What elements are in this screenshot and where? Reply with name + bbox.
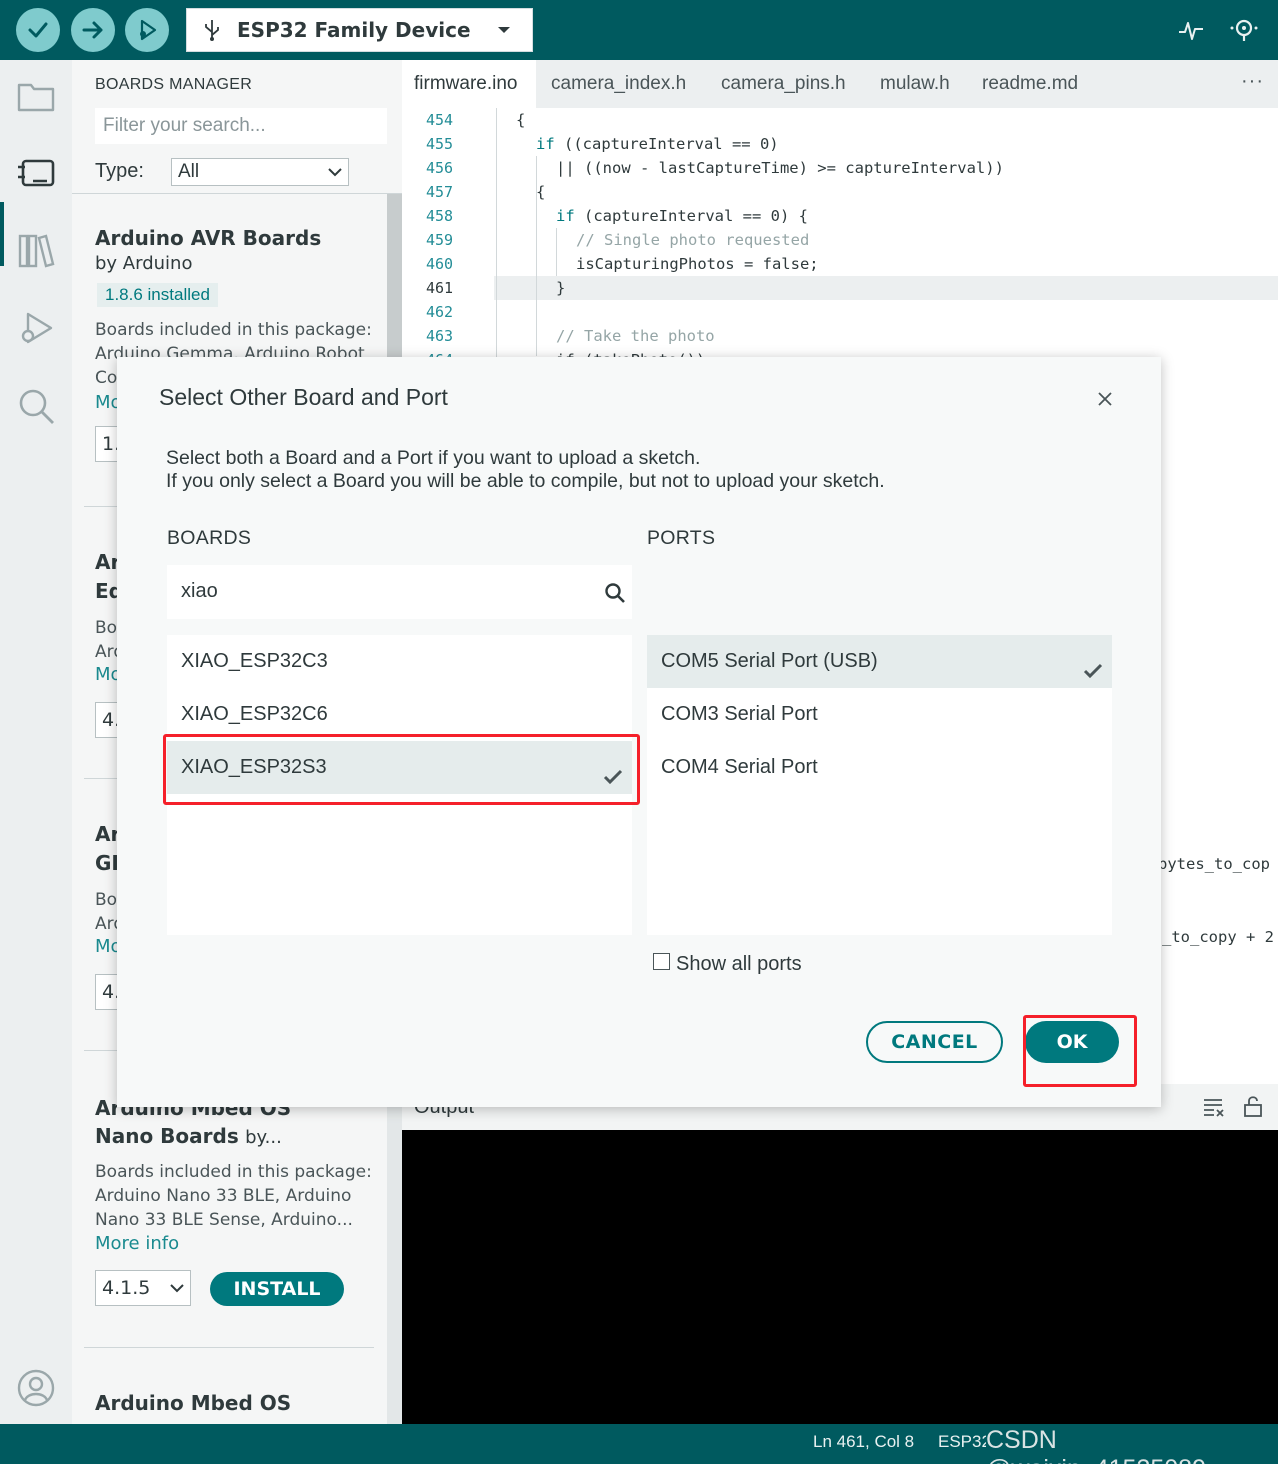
- dialog-title: Select Other Board and Port: [159, 384, 448, 410]
- close-button[interactable]: [1093, 387, 1117, 411]
- port-option[interactable]: COM3 Serial Port: [647, 688, 1112, 741]
- select-board-dialog: Select Other Board and Port Select both …: [117, 357, 1161, 1107]
- check-icon: [1082, 650, 1104, 679]
- ports-list: COM5 Serial Port (USB) COM3 Serial Port …: [647, 635, 1112, 935]
- port-option-selected[interactable]: COM5 Serial Port (USB): [647, 635, 1112, 688]
- checkbox-box[interactable]: [653, 953, 670, 970]
- board-search-value: xiao: [181, 580, 218, 602]
- description-line: Select both a Board and a Port if you wa…: [166, 447, 701, 469]
- port-option-label: COM5 Serial Port (USB): [661, 650, 878, 672]
- dialog-description: Select both a Board and a Port if you wa…: [166, 447, 885, 493]
- ports-label: PORTS: [647, 527, 716, 549]
- cancel-button[interactable]: CANCEL: [866, 1021, 1003, 1063]
- close-icon: [1098, 392, 1112, 406]
- boards-label: BOARDS: [167, 527, 252, 549]
- show-all-ports-checkbox[interactable]: Show all ports: [653, 953, 802, 976]
- show-all-ports-label: Show all ports: [676, 953, 802, 975]
- highlight-box: [1023, 1015, 1137, 1087]
- search-icon: [604, 582, 626, 604]
- board-option[interactable]: XIAO_ESP32C3: [167, 635, 632, 688]
- board-search-input[interactable]: xiao: [167, 565, 632, 619]
- description-line: If you only select a Board you will be a…: [166, 470, 885, 492]
- highlight-box: [163, 734, 640, 805]
- port-option[interactable]: COM4 Serial Port: [647, 741, 1112, 794]
